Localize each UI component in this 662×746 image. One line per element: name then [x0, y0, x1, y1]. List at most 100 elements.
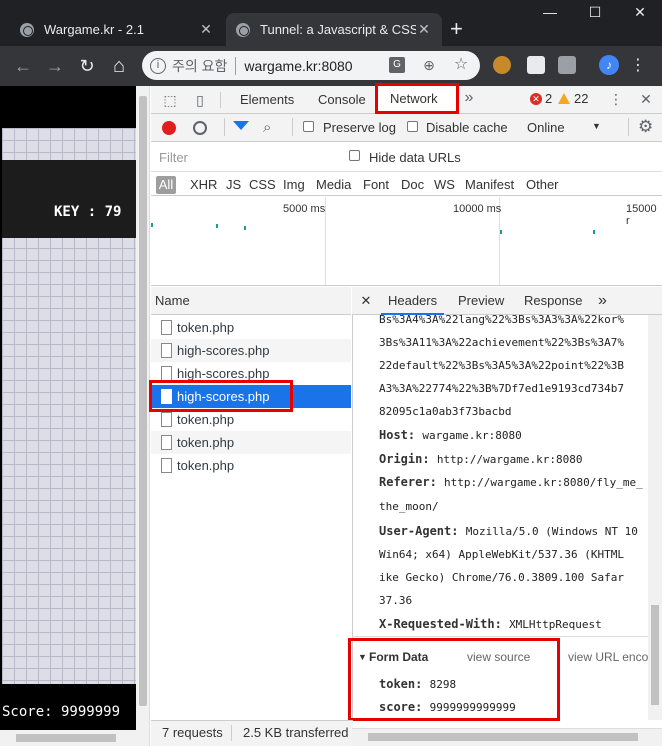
header-row-continued: 37.36 [379, 593, 412, 607]
new-tab-button[interactable]: + [450, 16, 463, 42]
bookmark-star-icon[interactable]: ☆ [453, 57, 469, 73]
search-icon[interactable]: ⌕ [263, 119, 271, 136]
zoom-icon[interactable]: ⊕ [421, 57, 437, 73]
header-value: http://wargame.kr:8080/fly_me_ [444, 476, 643, 489]
request-name: high-scores.php [177, 366, 270, 381]
tab-elements[interactable]: Elements [230, 86, 304, 113]
devtools-menu-icon[interactable]: ⋮ [606, 87, 626, 111]
type-media[interactable]: Media [316, 176, 351, 194]
cookie-extension-icon[interactable] [493, 56, 511, 74]
home-button[interactable]: ⌂ [106, 53, 132, 79]
globe-icon [236, 22, 250, 37]
header-value: 37.36 [379, 594, 413, 607]
tab-close-icon[interactable]: ✕ [198, 21, 214, 38]
key-text: KEY : 79 [54, 204, 122, 220]
warning-icon[interactable] [558, 93, 570, 104]
divider [224, 118, 225, 136]
request-name: token.php [177, 320, 235, 335]
type-font[interactable]: Font [363, 176, 389, 194]
preserve-log-label[interactable]: Preserve log [323, 120, 396, 135]
header-value: Mozilla/5.0 (Windows NT 10 [465, 525, 638, 538]
type-js[interactable]: JS [226, 176, 241, 194]
divider [292, 118, 293, 136]
highlight-box [348, 638, 560, 721]
view-url-encoded-link[interactable]: view URL enco [568, 650, 648, 664]
info-icon[interactable]: i [150, 57, 166, 74]
type-other[interactable]: Other [526, 176, 559, 194]
warning-count[interactable]: 22 [574, 91, 588, 106]
type-manifest[interactable]: Manifest [465, 176, 514, 194]
hide-data-urls-checkbox[interactable] [349, 150, 360, 161]
error-count[interactable]: 2 [545, 91, 552, 106]
gear-icon[interactable]: ⚙ [638, 117, 653, 137]
detail-close-icon[interactable]: ✕ [359, 287, 373, 315]
request-row[interactable]: token.php [151, 316, 351, 339]
detail-horizontal-scrollbar[interactable] [352, 728, 662, 746]
devtools-close-icon[interactable]: ✕ [636, 87, 656, 111]
reload-button[interactable]: ↻ [74, 53, 100, 79]
divider [220, 92, 221, 108]
extension-icon[interactable] [527, 56, 545, 74]
tab-network[interactable]: Network [375, 83, 459, 114]
request-row[interactable]: token.php [151, 431, 351, 454]
header-key: Referer: [379, 475, 437, 489]
preserve-log-checkbox[interactable] [303, 121, 314, 132]
url-text[interactable]: wargame.kr:8080 [244, 58, 366, 74]
filter-input[interactable] [155, 147, 335, 167]
maximize-button[interactable]: ☐ [580, 4, 610, 21]
header-row-continued: ike Gecko) Chrome/76.0.3809.100 Safar [379, 570, 624, 584]
security-warning[interactable]: 주의 요함 [172, 56, 227, 76]
header-value: wargame.kr:8080 [422, 429, 522, 442]
tab-console[interactable]: Console [308, 86, 376, 113]
filter-icon[interactable] [233, 121, 249, 130]
type-xhr[interactable]: XHR [190, 176, 217, 194]
browser-tab-tunnel[interactable]: Tunnel: a Javascript & CSS ✕ [226, 13, 442, 46]
globe-icon [20, 22, 34, 37]
chevron-down-icon[interactable]: ▼ [592, 121, 601, 131]
close-window-button[interactable]: ✕ [625, 4, 655, 21]
document-icon [161, 320, 172, 335]
translate-icon[interactable]: G [389, 57, 405, 73]
header-value: Win64; x64) AppleWebKit/537.36 (KHTML [379, 548, 625, 561]
back-button[interactable]: ← [10, 53, 36, 79]
tab-close-icon[interactable]: ✕ [416, 21, 432, 38]
request-row[interactable]: token.php [151, 454, 351, 477]
disable-cache-label[interactable]: Disable cache [426, 120, 508, 135]
device-toolbar-icon[interactable]: ▯ [190, 88, 210, 112]
divider [352, 636, 662, 637]
detail-vertical-scrollbar[interactable] [648, 315, 662, 720]
tab-preview[interactable]: Preview [458, 287, 504, 315]
header-row-origin: Origin: http://wargame.kr:8080 [379, 452, 583, 466]
more-tabs-icon[interactable]: » [598, 287, 607, 315]
inspect-element-icon[interactable]: ⬚ [160, 88, 180, 112]
type-img[interactable]: Img [283, 176, 305, 194]
browser-menu-icon[interactable]: ⋮ [630, 55, 646, 75]
column-header-name[interactable]: Name [151, 287, 351, 315]
minimize-button[interactable]: — [535, 4, 565, 20]
record-icon[interactable] [162, 121, 176, 135]
browser-tab-wargame[interactable]: Wargame.kr - 2.1 ✕ [10, 13, 224, 46]
profile-avatar[interactable]: ♪ [599, 55, 619, 75]
type-doc[interactable]: Doc [401, 176, 424, 194]
forward-button[interactable]: → [42, 53, 68, 79]
request-row[interactable]: high-scores.php [151, 339, 351, 362]
tab-response[interactable]: Response [524, 287, 583, 315]
type-ws[interactable]: WS [434, 176, 455, 194]
network-overview[interactable] [151, 196, 662, 286]
more-tabs-icon[interactable]: » [460, 86, 478, 110]
tab-headers[interactable]: Headers [381, 287, 445, 315]
extension-icon[interactable] [558, 56, 576, 74]
clear-icon[interactable] [193, 121, 207, 135]
header-key: X-Requested-With: [379, 617, 502, 631]
hide-data-urls-label[interactable]: Hide data URLs [369, 150, 461, 165]
document-icon [161, 458, 172, 473]
throttle-select[interactable]: Online [527, 120, 565, 135]
request-name: token.php [177, 412, 235, 427]
disable-cache-checkbox[interactable] [407, 121, 418, 132]
header-value: XMLHttpRequest [509, 618, 602, 631]
type-css[interactable]: CSS [249, 176, 276, 194]
error-icon[interactable]: ✕ [530, 93, 542, 105]
page-horizontal-scrollbar[interactable] [0, 730, 136, 746]
type-all[interactable]: All [156, 176, 176, 194]
devtools-resize-scrollbar[interactable] [136, 86, 150, 746]
